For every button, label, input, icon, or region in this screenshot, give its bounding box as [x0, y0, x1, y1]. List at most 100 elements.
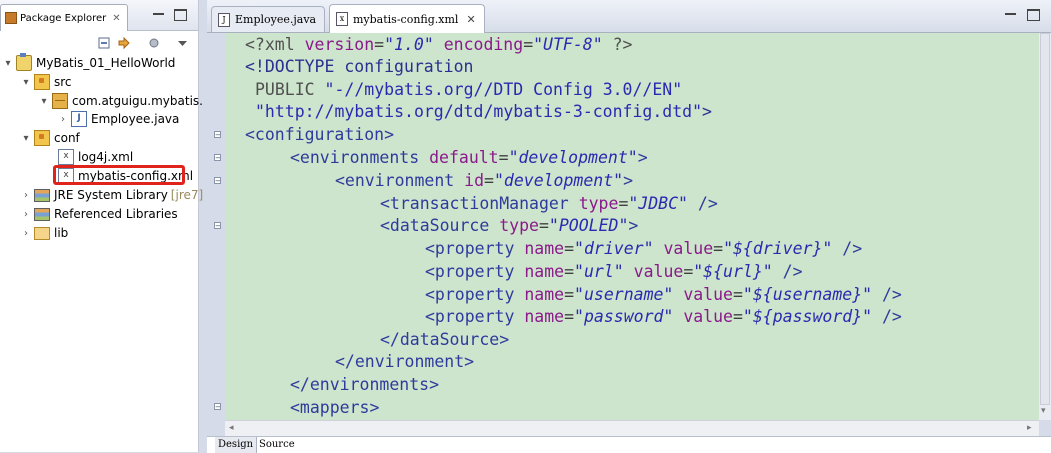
expanded-twisty-icon[interactable]: ▾ — [20, 77, 32, 88]
expanded-twisty-icon[interactable]: ▾ — [38, 96, 50, 107]
code-token: "username" — [574, 285, 674, 304]
tab-source[interactable]: Source — [256, 437, 298, 453]
code-token: encoding — [443, 35, 524, 54]
tree-item-lib[interactable]: › lib — [20, 224, 68, 242]
code-token: value — [683, 307, 733, 326]
link-with-editor-icon[interactable] — [118, 37, 131, 50]
tree-item-label: com.atguigu.mybatis. — [72, 94, 203, 108]
scroll-down-arrow-icon[interactable]: ▾ — [1041, 406, 1046, 416]
code-token: </dataSource> — [380, 330, 510, 349]
library-icon — [34, 188, 50, 202]
code-token: </environment> — [335, 352, 475, 371]
collapsed-twisty-icon[interactable]: › — [20, 209, 32, 220]
collapse-all-icon[interactable] — [98, 37, 111, 50]
java-file-icon: J — [71, 111, 87, 127]
code-token: "driver" — [574, 239, 654, 258]
source-folder-icon — [34, 130, 50, 146]
code-token: <property — [425, 262, 525, 281]
view-menu-icon[interactable] — [176, 37, 189, 50]
tree-item-label: src — [54, 75, 72, 89]
collapsed-twisty-icon[interactable]: › — [57, 114, 69, 125]
code-token: "-//mybatis.org//DTD Config 3.0//EN" — [324, 80, 683, 99]
tree-item-label: lib — [54, 226, 69, 240]
close-icon[interactable]: ✕ — [466, 13, 475, 26]
fold-collapse-icon[interactable]: − — [214, 131, 221, 139]
code-token: = — [538, 216, 549, 235]
editor-page-tabs: Design Source — [207, 436, 1051, 453]
code-token: = — [564, 239, 575, 258]
horizontal-scrollbar[interactable]: ◂ ▸ — [225, 420, 1039, 437]
code-token: > — [628, 216, 639, 235]
tree-item-label: JRE System Library — [54, 188, 168, 202]
fold-collapse-icon[interactable]: − — [214, 403, 221, 411]
code-line: <configuration> — [245, 124, 394, 146]
fold-collapse-icon[interactable]: − — [214, 222, 221, 230]
code-token: = — [564, 262, 575, 281]
tree-item-package[interactable]: ▾ com.atguigu.mybatis. — [38, 92, 203, 110]
tree-item-log4j-xml[interactable]: x log4j.xml — [44, 148, 133, 166]
code-token: /> — [687, 194, 718, 213]
minimize-editor-icon[interactable] — [1005, 9, 1016, 15]
code-line: <property name="password" value="${passw… — [425, 306, 902, 328]
code-token: PUBLIC — [255, 80, 325, 99]
code-token: /> — [872, 285, 902, 304]
code-token: id — [464, 171, 485, 190]
code-token: > — [637, 148, 648, 167]
tree-item-label: MyBatis_01_HelloWorld — [36, 56, 176, 70]
package-icon — [52, 93, 68, 109]
code-token: <transactionManager — [380, 194, 579, 213]
fold-collapse-icon[interactable]: − — [214, 177, 221, 185]
package-explorer-tab[interactable]: Package Explorer ✕ — [0, 4, 128, 31]
collapsed-twisty-icon[interactable]: › — [20, 190, 32, 201]
focus-icon[interactable] — [148, 37, 161, 50]
code-token: <dataSource — [380, 216, 500, 235]
tree-item-referenced-libraries[interactable]: › Referenced Libraries — [20, 205, 178, 223]
code-line: </environment> — [335, 351, 474, 373]
code-token: = — [732, 307, 743, 326]
code-token: = — [618, 194, 629, 213]
code-token: "password" — [574, 307, 674, 326]
code-line: <property name="driver" value="${driver}… — [425, 238, 862, 260]
xml-source-text[interactable]: <?xml version="1.0" encoding="UTF-8" ?> … — [225, 33, 1039, 420]
tab-design[interactable]: Design — [215, 437, 258, 453]
expanded-twisty-icon[interactable]: ▾ — [20, 133, 32, 144]
tree-item-conf[interactable]: ▾ conf — [20, 129, 80, 147]
scroll-left-arrow-icon[interactable]: ◂ — [229, 423, 234, 433]
code-line: <property name="url" value="${url}" /> — [425, 261, 803, 283]
close-icon[interactable]: ✕ — [112, 13, 120, 24]
folder-icon — [34, 226, 50, 240]
code-line: <!DOCTYPE configuration — [245, 56, 473, 78]
code-token: = — [498, 148, 509, 167]
vertical-scrollbar[interactable]: ▾ — [1039, 33, 1051, 420]
vertical-scroll-thumb[interactable] — [1040, 33, 1050, 405]
package-explorer-tabbar: Package Explorer ✕ — [0, 0, 198, 31]
package-explorer-view: Package Explorer ✕ ▾ MyBatis_01_HelloWor… — [0, 0, 203, 452]
code-token: name — [524, 285, 565, 304]
tree-item-jre-library[interactable]: › JRE System Library [jre7] — [20, 186, 203, 204]
tab-employee-java[interactable]: J Employee.java — [211, 6, 326, 32]
code-token: = — [564, 307, 575, 326]
expanded-twisty-icon[interactable]: ▾ — [2, 58, 14, 69]
tree-item-employee-java[interactable]: › J Employee.java — [57, 110, 179, 128]
tree-item-label: Employee.java — [91, 112, 180, 126]
tab-mybatis-config-xml[interactable]: x mybatis-config.xml ✕ — [329, 4, 485, 33]
code-line: PUBLIC "-//mybatis.org//DTD Config 3.0//… — [255, 79, 682, 101]
code-line: <environment id="development"> — [335, 170, 633, 192]
fold-collapse-icon[interactable]: − — [214, 154, 221, 162]
code-token: <!DOCTYPE configuration — [245, 57, 474, 76]
maximize-editor-icon[interactable] — [1027, 9, 1040, 21]
code-line: <?xml version="1.0" encoding="UTF-8" ?> — [245, 34, 632, 56]
tree-item-src[interactable]: ▾ src — [20, 73, 72, 91]
minimize-view-icon[interactable] — [153, 9, 164, 15]
code-token: "${username}" — [742, 285, 873, 304]
code-token: type — [578, 194, 619, 213]
editor-ruler: − − − − − — [207, 33, 225, 420]
code-token: value — [663, 239, 714, 258]
scroll-right-arrow-icon[interactable]: ▸ — [1027, 423, 1032, 433]
tree-item-project[interactable]: ▾ MyBatis_01_HelloWorld — [2, 53, 176, 72]
collapsed-twisty-icon[interactable]: › — [20, 228, 32, 239]
maximize-view-icon[interactable] — [174, 9, 187, 21]
java-file-icon: J — [218, 12, 230, 27]
